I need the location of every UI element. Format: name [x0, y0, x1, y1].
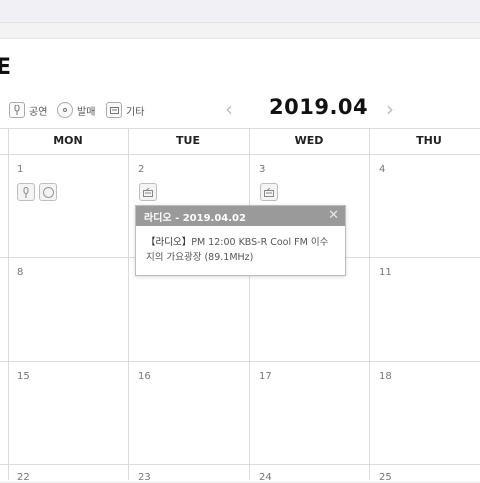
month-label: 2019.04	[269, 95, 369, 119]
day-number: 8	[17, 267, 24, 278]
day-header-thu: THU	[416, 134, 442, 147]
legend-item-performance[interactable]: 공연	[9, 101, 47, 119]
disc-icon	[57, 102, 73, 118]
day-number: 24	[259, 472, 272, 483]
day-number: 22	[17, 472, 30, 483]
grid-line	[128, 128, 129, 480]
grid-line	[0, 361, 480, 362]
popup-header: 라디오 - 2019.04.02 ✕	[136, 206, 345, 226]
prev-month-button[interactable]: ‹	[225, 97, 233, 121]
day-number: 23	[138, 472, 151, 483]
day-number: 17	[259, 371, 272, 382]
radio-icon[interactable]	[139, 183, 157, 201]
event-popup: 라디오 - 2019.04.02 ✕ 【라디오】PM 12:00 KBS-R C…	[135, 205, 346, 276]
popup-event-line1: PM 12:00 KBS-R Cool FM 이수	[191, 237, 329, 248]
day-header-wed: WED	[294, 134, 324, 147]
radio-icon[interactable]	[260, 183, 278, 201]
grid-line	[249, 128, 250, 480]
day-header-mon: MON	[53, 134, 83, 147]
day-number: 3	[259, 164, 266, 175]
microphone-icon	[9, 102, 25, 118]
radio-icon	[106, 102, 122, 118]
microphone-icon[interactable]	[17, 183, 35, 201]
popup-body: 【라디오】PM 12:00 KBS-R Cool FM 이수 지의 가요광장 (…	[136, 226, 345, 274]
day-number: 4	[379, 164, 386, 175]
day-number: 18	[379, 371, 392, 382]
day-number: 11	[379, 267, 392, 278]
close-icon[interactable]: ✕	[328, 208, 339, 223]
legend-item-release[interactable]: 발매	[57, 101, 95, 119]
grid-line	[0, 154, 480, 155]
grid-line	[0, 128, 480, 129]
top-bar	[0, 0, 480, 23]
grid-line	[0, 464, 480, 465]
day-number: 16	[138, 371, 151, 382]
legend-label-release: 발매	[77, 106, 96, 118]
day-number: 1	[17, 164, 24, 175]
disc-icon[interactable]	[39, 183, 57, 201]
legend-label-performance: 공연	[29, 106, 48, 118]
grid-line	[369, 128, 370, 480]
day-header-tue: TUE	[176, 134, 200, 147]
day-number: 15	[17, 371, 30, 382]
popup-event-line2: 지의 가요광장 (89.1MHz)	[146, 252, 254, 263]
day-number: 25	[379, 472, 392, 483]
page-title: E	[0, 55, 12, 80]
day-number: 2	[138, 164, 145, 175]
next-month-button[interactable]: ›	[386, 97, 394, 121]
popup-event-kind: 【라디오】	[146, 237, 192, 248]
legend-label-other: 기타	[126, 106, 145, 118]
legend-item-other[interactable]: 기타	[106, 101, 144, 119]
grid-line	[8, 128, 9, 480]
popup-title: 라디오 - 2019.04.02	[144, 212, 246, 224]
